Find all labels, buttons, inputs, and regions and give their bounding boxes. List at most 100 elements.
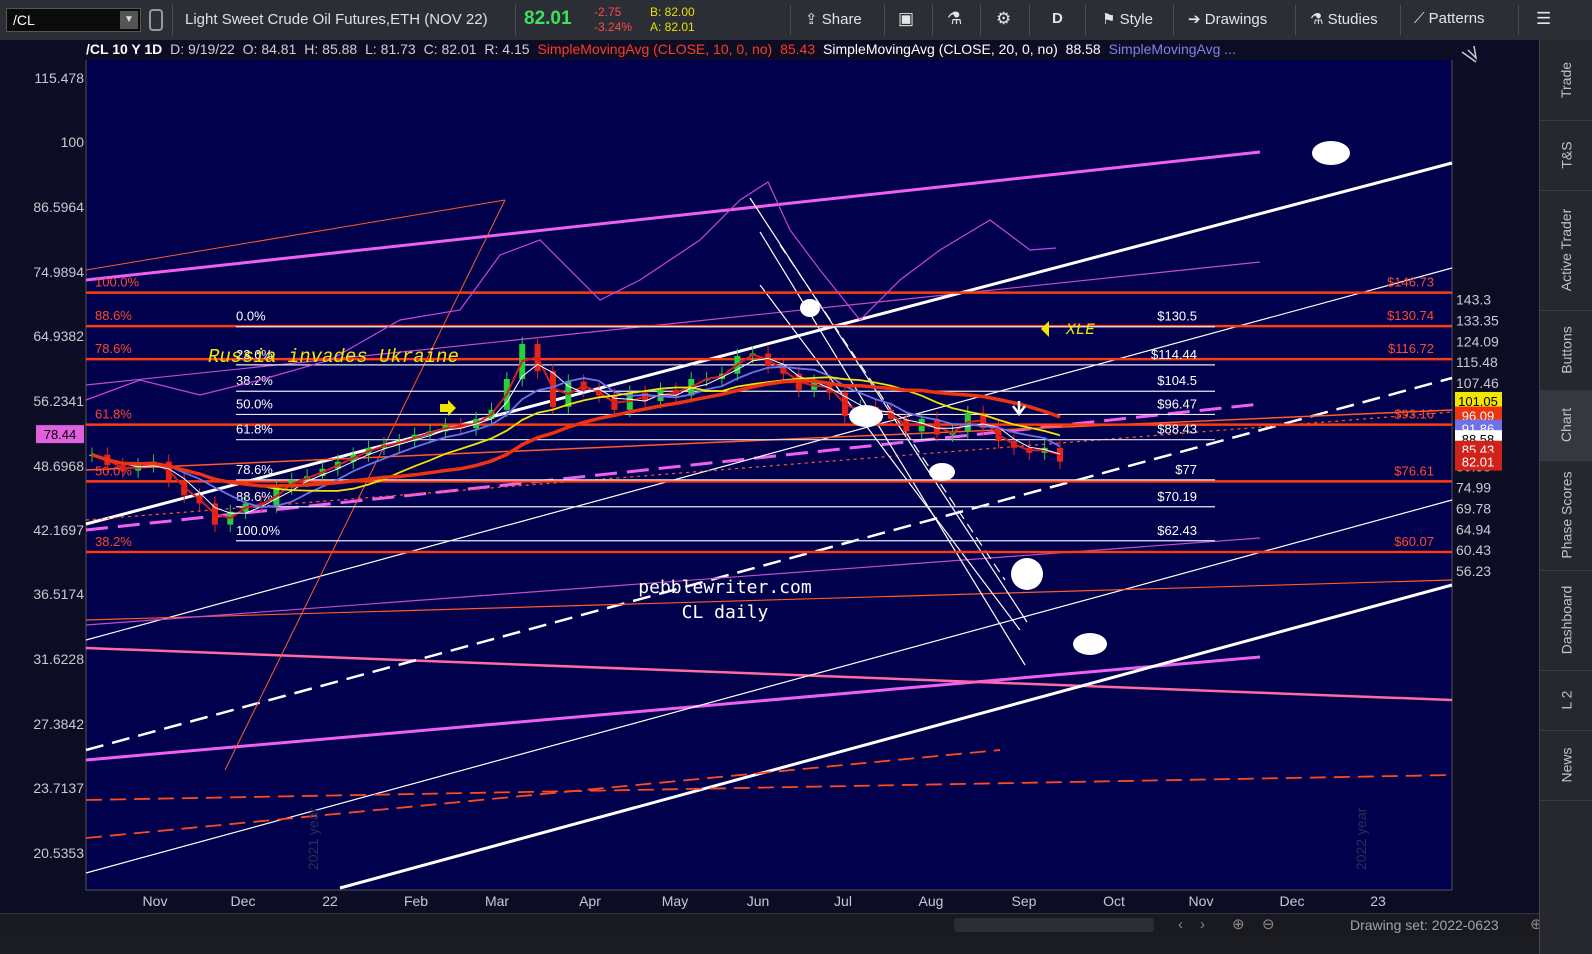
- flask-icon[interactable]: ⚗: [947, 9, 962, 29]
- share-button[interactable]: ⇪ Share: [805, 10, 862, 28]
- x-tick-label: Dec: [1280, 893, 1305, 909]
- year-watermark: 2022 year: [1353, 807, 1369, 870]
- bid-value: B: 82.00: [650, 5, 695, 19]
- x-tick-label: Sep: [1012, 893, 1037, 909]
- y-tick-label: 107.46: [1456, 375, 1499, 391]
- retracement-price: $62.43: [1157, 523, 1197, 538]
- chevron-left-icon[interactable]: ‹: [1178, 916, 1183, 933]
- toolbar: /CL ▼ Light Sweet Crude Oil Futures,ETH …: [0, 0, 1592, 41]
- header-sma3[interactable]: SimpleMovingAvg ...: [1109, 41, 1236, 57]
- left-tick-label: 64.9382: [33, 328, 84, 344]
- sidebar-tab-label: Chart: [1558, 407, 1575, 443]
- timeframe-button[interactable]: D: [1052, 10, 1063, 27]
- y-tick-label: 124.09: [1456, 333, 1499, 349]
- patterns-button[interactable]: ⟋ Patterns: [1414, 10, 1485, 27]
- sidebar-tab-trade[interactable]: Trade: [1540, 40, 1592, 121]
- chart-header: /CL 10 Y 1D D: 9/19/22 O: 84.81 H: 85.88…: [86, 41, 1240, 61]
- y-tick-label: 74.99: [1456, 480, 1491, 496]
- header-sma20-value: 88.58: [1065, 41, 1101, 57]
- left-tick-label: 27.3842: [33, 716, 84, 732]
- bottom-strip: [0, 937, 1592, 954]
- gear-icon[interactable]: ⚙: [996, 9, 1011, 29]
- retracement-price: $130.5: [1157, 309, 1197, 324]
- fib-price-label: $130.74: [1387, 308, 1434, 323]
- zoom-in-icon[interactable]: ⊕: [1232, 915, 1245, 933]
- sidebar-tab-label: News: [1558, 747, 1575, 783]
- arrow-right-icon: ➔: [1188, 11, 1205, 28]
- left-tick-label: 36.5174: [33, 586, 84, 602]
- fib-percent-label: 38.2%: [95, 534, 132, 549]
- fib-percent-label: 50.0%: [95, 463, 132, 478]
- drawing-set-label: Drawing set: 2022-0623: [1350, 917, 1499, 933]
- header-low: L: 81.73: [365, 41, 416, 57]
- fib-percent-label: 78.6%: [95, 341, 132, 356]
- retracement-percent: 78.6%: [236, 462, 273, 477]
- x-tick-label: Apr: [579, 893, 601, 909]
- x-tick-label: Jul: [834, 893, 852, 909]
- left-tick-label: 100: [61, 134, 85, 150]
- y-tick-label: 64.94: [1456, 521, 1491, 537]
- left-tick-label: 23.7137: [33, 780, 84, 796]
- fib-price-label: $76.61: [1394, 463, 1434, 478]
- style-button[interactable]: ⚑ Style: [1102, 10, 1153, 28]
- left-tick-label: 31.6228: [33, 651, 84, 667]
- y-tick-label: 60.43: [1456, 542, 1491, 558]
- header-sma20[interactable]: SimpleMovingAvg (CLOSE, 20, 0, no): [823, 41, 1058, 57]
- ask-value: A: 82.01: [650, 20, 695, 34]
- x-tick-label: 22: [322, 893, 338, 909]
- studies-button[interactable]: ⚗ Studies: [1310, 10, 1378, 28]
- sidebar-tab-phase-scores[interactable]: Phase Scores: [1540, 460, 1592, 571]
- sidebar-tab-active-trader[interactable]: Active Trader: [1540, 190, 1592, 311]
- header-date: D: 9/19/22: [170, 41, 235, 57]
- x-tick-label: Feb: [404, 893, 428, 909]
- bid-ask: B: 82.00 A: 82.01: [650, 5, 695, 35]
- x-tick-label: Jun: [747, 893, 770, 909]
- x-tick-label: Dec: [231, 893, 256, 909]
- sidebar-tab-label: Phase Scores: [1558, 471, 1575, 559]
- sidebar-tab-buttons[interactable]: Buttons: [1540, 310, 1592, 391]
- x-tick-label: Nov: [1189, 893, 1214, 909]
- y-tick-label: 56.23: [1456, 563, 1491, 579]
- change-percent: -3.24%: [594, 20, 633, 34]
- target-ellipse: [800, 299, 820, 317]
- header-high: H: 85.88: [304, 41, 358, 57]
- target-ellipse: [929, 463, 955, 481]
- y-tick-label: 133.35: [1456, 312, 1499, 328]
- menu-icon[interactable]: ☰: [1536, 9, 1551, 29]
- year-watermark: 2021 year: [305, 807, 321, 870]
- link-icon[interactable]: [149, 9, 163, 31]
- retracement-percent: 50.0%: [236, 396, 273, 411]
- header-sma10[interactable]: SimpleMovingAvg (CLOSE, 10, 0, no): [537, 41, 772, 57]
- sidebar-tab-t-s[interactable]: T&S: [1540, 120, 1592, 191]
- fib-price-label: $60.07: [1394, 534, 1434, 549]
- x-tick-label: Mar: [485, 893, 509, 909]
- sidebar-tab-dashboard[interactable]: Dashboard: [1540, 570, 1592, 671]
- chevron-down-icon[interactable]: ▼: [120, 11, 138, 29]
- left-tick-label: 48.6968: [33, 458, 84, 474]
- sidebar-tab-label: Trade: [1558, 61, 1575, 99]
- left-tick-label: 42.1697: [33, 522, 84, 538]
- drawings-button[interactable]: ➔ Drawings: [1188, 10, 1267, 28]
- zoom-out-icon[interactable]: ⊖: [1262, 915, 1275, 933]
- chevron-right-icon[interactable]: ›: [1200, 916, 1205, 933]
- xle-label: XLE: [1065, 321, 1095, 339]
- sidebar-tab-chart[interactable]: Chart: [1540, 390, 1592, 461]
- last-price: 82.01: [524, 8, 572, 29]
- symbol-text: /CL: [13, 12, 35, 28]
- scroll-thumb[interactable]: [954, 918, 1154, 932]
- price-chart[interactable]: $146.73 100.0% $130.74 88.6% $116.72 78.6% $93…: [0, 40, 1539, 913]
- scroll-bar[interactable]: ‹ › ⊕ ⊖ ⊕: [0, 913, 1543, 938]
- sidebar-tab-l-2[interactable]: L 2: [1540, 670, 1592, 731]
- header-range: R: 4.15: [484, 41, 530, 57]
- symbol-description: Light Sweet Crude Oil Futures,ETH (NOV 2…: [185, 11, 488, 28]
- patterns-icon: ⟋: [1414, 10, 1429, 27]
- left-tick-label: 115.478: [34, 70, 84, 86]
- symbol-input[interactable]: /CL ▼: [6, 8, 141, 32]
- fib-percent-label: 100.0%: [95, 275, 140, 290]
- x-tick-label: Nov: [143, 893, 168, 909]
- sidebar-tab-news[interactable]: News: [1540, 730, 1592, 801]
- xle-price-tag-text: 78.44: [44, 427, 77, 442]
- left-tick-label: 74.9894: [33, 264, 84, 280]
- screen-icon[interactable]: ▣: [898, 9, 914, 29]
- sidebar-tab-label: Dashboard: [1558, 585, 1575, 655]
